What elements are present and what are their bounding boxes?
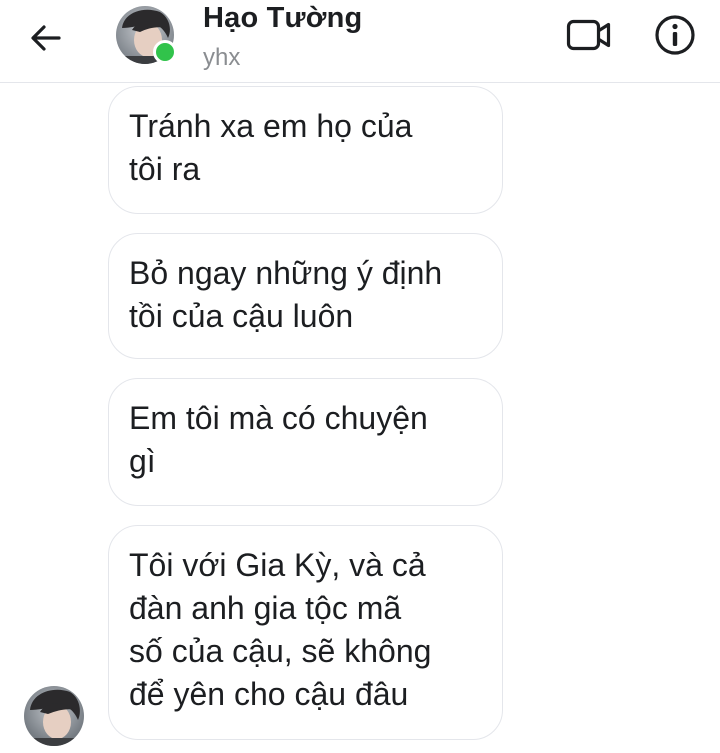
message-text: Bỏ ngay những ý định tồi của cậu luôn: [129, 255, 443, 334]
video-call-button[interactable]: [564, 14, 614, 56]
online-status-indicator: [153, 40, 177, 64]
chat-header: Hạo Tường yhx: [0, 0, 720, 83]
message-bubble[interactable]: Em tôi mà có chuyện gì: [108, 378, 503, 506]
contact-name[interactable]: Hạo Tường: [203, 2, 362, 35]
message-text: Em tôi mà có chuyện gì: [129, 400, 428, 479]
message-bubble[interactable]: Bỏ ngay những ý định tồi của cậu luôn: [108, 233, 503, 359]
video-camera-icon: [566, 19, 611, 51]
message-text: Tránh xa em họ của tôi ra: [129, 108, 413, 187]
info-button[interactable]: [652, 12, 698, 58]
back-button[interactable]: [22, 18, 70, 58]
message-bubble[interactable]: Tránh xa em họ của tôi ra: [108, 86, 503, 214]
contact-avatar-container[interactable]: [116, 6, 177, 64]
arrow-left-icon: [31, 25, 61, 51]
contact-subtitle: yhx: [203, 44, 241, 71]
message-bubble[interactable]: Tôi với Gia Kỳ, và cả đàn anh gia tộc mã…: [108, 525, 503, 740]
message-text: Tôi với Gia Kỳ, và cả đàn anh gia tộc mã…: [129, 547, 432, 712]
chat-screen: Hạo Tường yhx Tránh xa em họ của tôi ra …: [0, 0, 720, 753]
sender-avatar[interactable]: [24, 686, 84, 746]
info-circle-icon: [655, 15, 695, 55]
